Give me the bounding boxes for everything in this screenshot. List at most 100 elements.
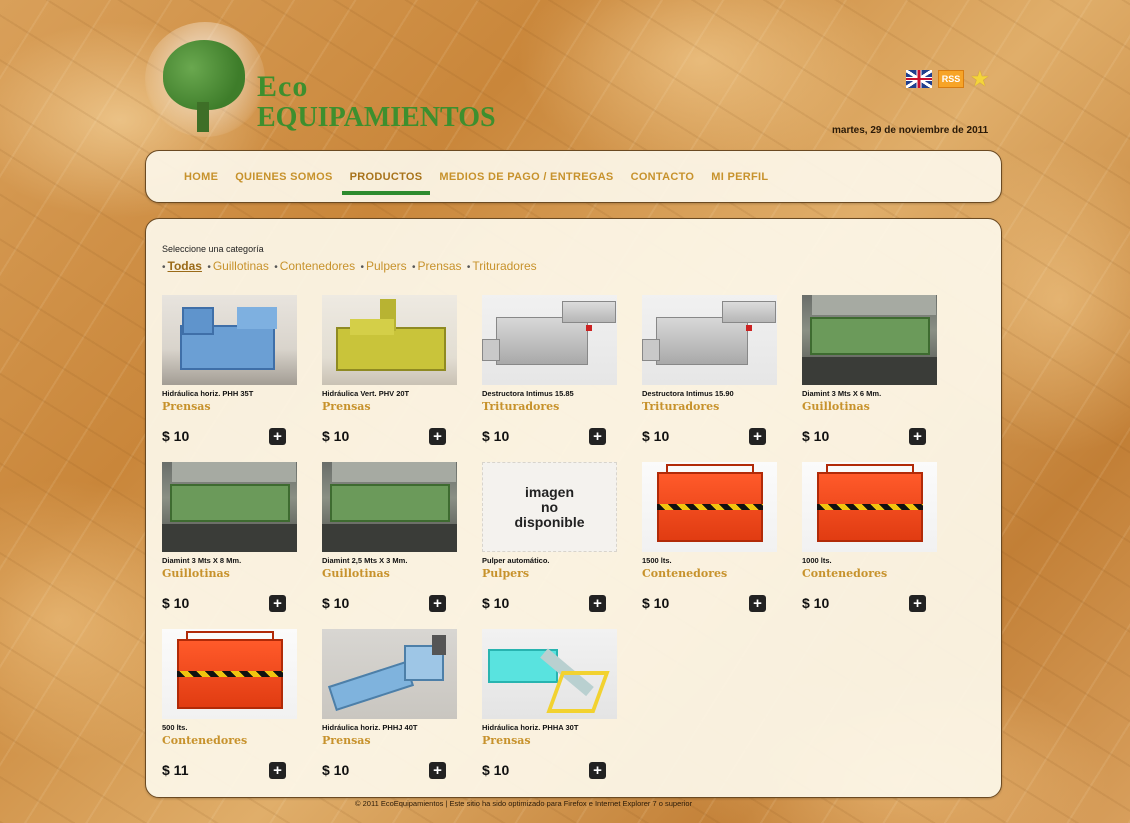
product-price: $ 10	[322, 428, 350, 444]
add-to-cart-button[interactable]: +	[749, 428, 766, 445]
product-category[interactable]: Guillotinas	[802, 400, 937, 413]
product-image[interactable]	[162, 462, 297, 552]
nav-mi-perfil[interactable]: MI PERFIL	[711, 171, 768, 183]
product-image[interactable]	[322, 462, 457, 552]
logo[interactable]: Eco Equipamientos	[145, 22, 496, 142]
tree-trunk	[197, 102, 209, 132]
product-name[interactable]: Diamint 2,5 Mts X 3 Mm.	[322, 556, 457, 565]
product-name[interactable]: Destructora Intimus 15.85	[482, 389, 617, 398]
product-category[interactable]: Guillotinas	[162, 567, 297, 580]
product-price: $ 10	[482, 595, 510, 611]
product-price: $ 10	[482, 762, 510, 778]
product-image[interactable]	[482, 629, 617, 719]
category-todas[interactable]: Todas	[168, 259, 202, 273]
product-card: Destructora Intimus 15.85 Trituradores $…	[482, 295, 617, 450]
product-card: 1000 lts. Contenedores $ 10 +	[802, 462, 937, 617]
product-card: 1500 lts. Contenedores $ 10 +	[642, 462, 777, 617]
product-image[interactable]	[642, 462, 777, 552]
footer-text: © 2011 EcoEquipamientos | Este sitio ha …	[355, 799, 693, 808]
product-price: $ 10	[802, 428, 830, 444]
add-to-cart-button[interactable]: +	[429, 762, 446, 779]
product-category[interactable]: Contenedores	[162, 734, 297, 747]
product-name[interactable]: Pulper automático.	[482, 556, 617, 565]
product-image[interactable]	[642, 295, 777, 385]
product-image[interactable]	[162, 295, 297, 385]
nav-contacto[interactable]: CONTACTO	[631, 171, 695, 183]
add-to-cart-button[interactable]: +	[589, 762, 606, 779]
products-panel: Seleccione una categoría • Todas • Guillot…	[145, 218, 1002, 798]
product-name[interactable]: 1500 lts.	[642, 556, 777, 565]
add-to-cart-button[interactable]: +	[909, 428, 926, 445]
add-to-cart-button[interactable]: +	[749, 595, 766, 612]
product-category[interactable]: Guillotinas	[322, 567, 457, 580]
product-name[interactable]: Diamint 3 Mts X 6 Mm.	[802, 389, 937, 398]
product-name[interactable]: 1000 lts.	[802, 556, 937, 565]
product-name[interactable]: Hidráulica horiz. PHHJ 40T	[322, 723, 457, 732]
product-category[interactable]: Prensas	[162, 400, 297, 413]
product-card: Hidráulica Vert. PHV 20T Prensas $ 10 +	[322, 295, 457, 450]
product-price: $ 11	[162, 762, 189, 778]
add-to-cart-button[interactable]: +	[589, 428, 606, 445]
image-unavailable-placeholder[interactable]: imagen no disponible	[482, 462, 617, 552]
product-image[interactable]	[322, 295, 457, 385]
product-category[interactable]: Contenedores	[642, 567, 777, 580]
product-name[interactable]: Hidráulica horiz. PHH 35T	[162, 389, 297, 398]
add-to-cart-button[interactable]: +	[429, 595, 446, 612]
product-category[interactable]: Prensas	[322, 400, 457, 413]
category-contenedores[interactable]: Contenedores	[280, 259, 355, 273]
product-name[interactable]: Hidráulica Vert. PHV 20T	[322, 389, 457, 398]
product-price: $ 10	[322, 762, 350, 778]
logo-text-eco: Eco	[257, 70, 309, 103]
category-trituradores[interactable]: Trituradores	[472, 259, 536, 273]
product-card: Hidráulica horiz. PHH 35T Prensas $ 10 +	[162, 295, 297, 450]
product-category[interactable]: Contenedores	[802, 567, 937, 580]
product-price: $ 10	[162, 595, 190, 611]
product-image[interactable]	[322, 629, 457, 719]
top-icons: RSS ★	[906, 68, 990, 90]
add-to-cart-button[interactable]: +	[589, 595, 606, 612]
product-name[interactable]: Destructora Intimus 15.90	[642, 389, 777, 398]
product-image[interactable]	[162, 629, 297, 719]
product-price: $ 10	[162, 428, 190, 444]
product-card: Diamint 3 Mts X 6 Mm. Guillotinas $ 10 +	[802, 295, 937, 450]
category-filter: • Todas • Guillotinas • Contenedores • Pulpe…	[162, 259, 537, 273]
product-image[interactable]	[802, 462, 937, 552]
product-card: Hidráulica horiz. PHHA 30T Prensas $ 10 …	[482, 629, 617, 784]
product-category[interactable]: Trituradores	[482, 400, 617, 413]
category-pulpers[interactable]: Pulpers	[366, 259, 407, 273]
product-category[interactable]: Prensas	[322, 734, 457, 747]
product-card: 500 lts. Contenedores $ 11 +	[162, 629, 297, 784]
category-prensas[interactable]: Prensas	[418, 259, 462, 273]
product-card: Diamint 2,5 Mts X 3 Mm. Guillotinas $ 10…	[322, 462, 457, 617]
product-category[interactable]: Prensas	[482, 734, 617, 747]
product-name[interactable]: Hidráulica horiz. PHHA 30T	[482, 723, 617, 732]
product-image[interactable]	[482, 295, 617, 385]
product-price: $ 10	[482, 428, 510, 444]
uk-flag-icon[interactable]	[906, 70, 932, 88]
nav-medios-de-pago[interactable]: MEDIOS DE PAGO / ENTREGAS	[439, 171, 613, 183]
add-to-cart-button[interactable]: +	[269, 595, 286, 612]
nav-home[interactable]: HOME	[184, 171, 218, 183]
main-nav: HOME QUIENES SOMOS PRODUCTOS MEDIOS DE P…	[145, 150, 1002, 203]
tree-icon	[163, 40, 245, 110]
product-card: Destructora Intimus 15.90 Trituradores $…	[642, 295, 777, 450]
rss-icon[interactable]: RSS	[938, 70, 964, 88]
product-category[interactable]: Trituradores	[642, 400, 777, 413]
add-to-cart-button[interactable]: +	[269, 762, 286, 779]
product-name[interactable]: 500 lts.	[162, 723, 297, 732]
logo-text-equipamientos: Equipamientos	[257, 102, 496, 133]
add-to-cart-button[interactable]: +	[429, 428, 446, 445]
add-to-cart-button[interactable]: +	[909, 595, 926, 612]
add-to-cart-button[interactable]: +	[269, 428, 286, 445]
product-card: Hidráulica horiz. PHHJ 40T Prensas $ 10 …	[322, 629, 457, 784]
category-guillotinas[interactable]: Guillotinas	[213, 259, 269, 273]
product-category[interactable]: Pulpers	[482, 567, 617, 580]
current-date: martes, 29 de noviembre de 2011	[832, 125, 989, 136]
product-card: Diamint 3 Mts X 8 Mm. Guillotinas $ 10 +	[162, 462, 297, 617]
nav-productos[interactable]: PRODUCTOS	[341, 171, 431, 195]
product-grid: Hidráulica horiz. PHH 35T Prensas $ 10 +…	[162, 295, 937, 784]
product-name[interactable]: Diamint 3 Mts X 8 Mm.	[162, 556, 297, 565]
nav-quienes-somos[interactable]: QUIENES SOMOS	[235, 171, 332, 183]
star-icon[interactable]: ★	[970, 68, 990, 90]
product-image[interactable]	[802, 295, 937, 385]
